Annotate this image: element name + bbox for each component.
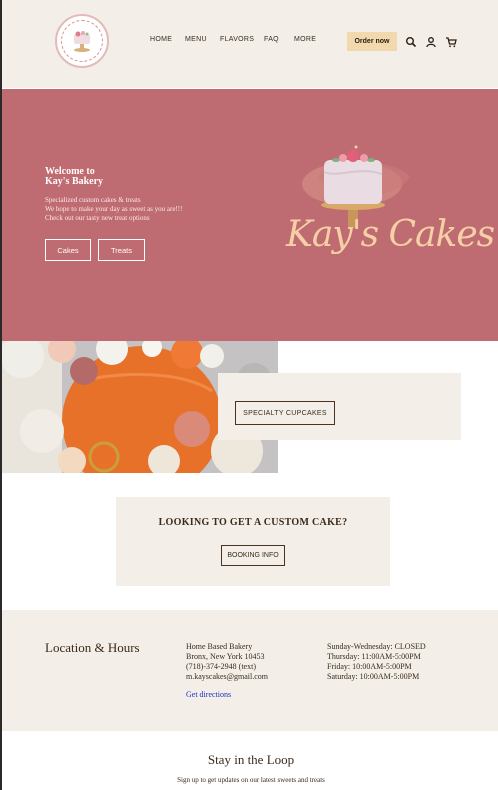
hero-title: Welcome to Kay's Bakery — [45, 167, 103, 187]
cakes-button[interactable]: Cakes — [45, 239, 91, 261]
hours-line: Saturday: 10:00AM-5:00PM — [327, 672, 420, 681]
nav-menu[interactable]: MENU — [185, 36, 207, 43]
address-line: Home Based Bakery — [186, 642, 253, 651]
email-address: m.kayscakes@gmail.com — [186, 672, 269, 681]
newsletter-title: Stay in the Loop — [207, 752, 295, 767]
phone-number: (718)-374-2948 (text) — [186, 662, 256, 671]
brand-script-logo: Kay's Cakes — [286, 214, 495, 255]
custom-cake-card — [116, 497, 390, 586]
specialty-cupcakes-button[interactable]: SPECIALTY CUPCAKES — [235, 401, 335, 425]
account-icon[interactable] — [425, 36, 437, 48]
nav-home[interactable]: HOME — [150, 36, 172, 43]
nav-more[interactable]: MORE — [294, 36, 316, 43]
hero-text-3: Check out our tasty new treat options — [45, 214, 150, 222]
custom-cake-title: LOOKING TO GET A CUSTOM CAKE? — [158, 517, 348, 528]
booking-info-button[interactable]: BOOKING INFO — [221, 545, 285, 566]
newsletter-subtitle: Sign up to get updates on our latest swe… — [177, 776, 325, 784]
page: HOME MENU FLAVORS FAQ MORE Order now Wel… — [0, 0, 498, 790]
cart-icon[interactable] — [445, 36, 457, 48]
bakery-logo[interactable] — [55, 14, 109, 68]
location-title: Location & Hours — [45, 640, 140, 655]
order-now-button[interactable]: Order now — [347, 32, 397, 51]
nav-faq[interactable]: FAQ — [264, 36, 279, 43]
hero-text-1: Specialized custom cakes & treats — [45, 196, 141, 204]
address-line: Bronx, New York 10453 — [186, 652, 265, 661]
logo-cake-icon — [74, 31, 90, 52]
treats-button[interactable]: Treats — [98, 239, 145, 261]
nav-flavors[interactable]: FLAVORS — [220, 36, 254, 43]
get-directions-link[interactable]: Get directions — [186, 690, 231, 699]
hero-title-line2: Kay's Bakery — [45, 176, 104, 187]
hours-line: Friday: 10:00AM-5:00PM — [327, 662, 412, 671]
search-icon[interactable] — [405, 36, 417, 48]
hours-line: Sunday-Wednesday: CLOSED — [327, 642, 426, 651]
hero-text-2: We hope to make your day as sweet as you… — [45, 205, 183, 213]
hours-line: Thursday: 11:00AM-5:00PM — [327, 652, 421, 661]
